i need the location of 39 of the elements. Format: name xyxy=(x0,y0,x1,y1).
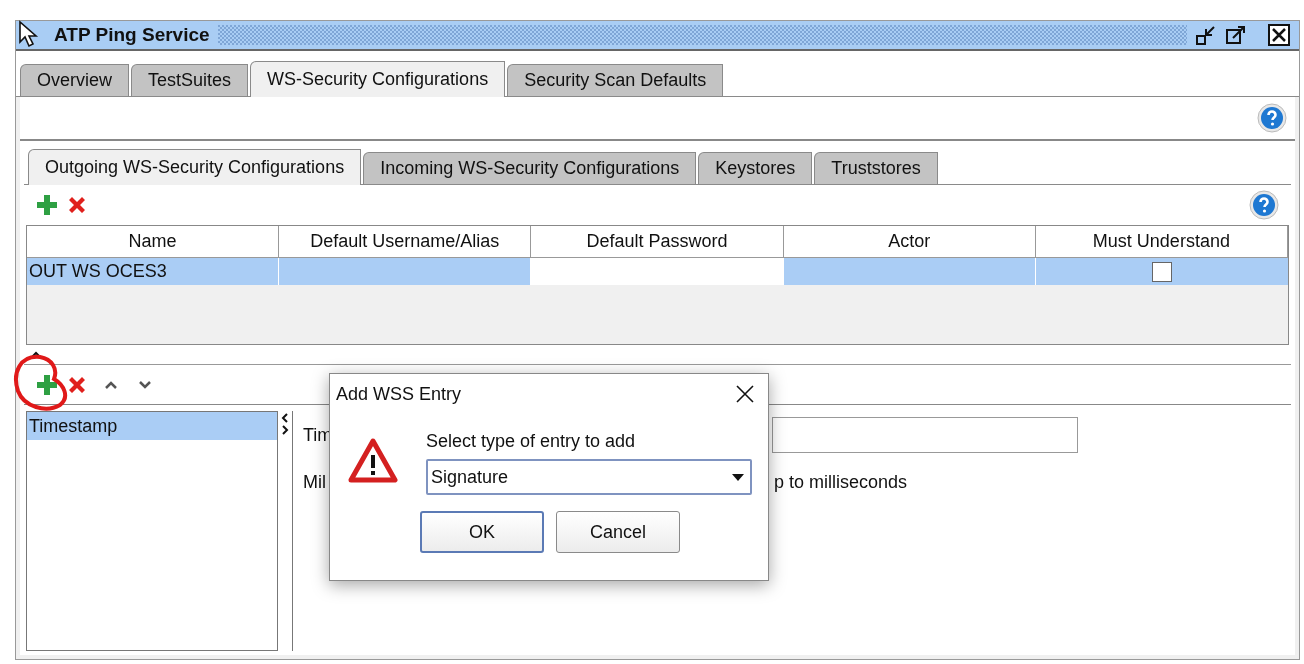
list-item[interactable]: Timestamp xyxy=(27,412,277,440)
tab[interactable]: Overview xyxy=(20,64,129,96)
move-down-icon[interactable] xyxy=(138,379,152,390)
dialog-button[interactable]: OK xyxy=(420,511,544,553)
type-dropdown[interactable]: Signature xyxy=(426,459,752,495)
close-icon[interactable] xyxy=(736,385,754,403)
prompt-text: Select type of entry to add xyxy=(426,430,637,453)
checkbox[interactable] xyxy=(1151,261,1172,282)
tab[interactable]: Outgoing WS-Security Configurations xyxy=(28,149,362,185)
help-icon[interactable] xyxy=(1249,190,1279,220)
tab[interactable]: Incoming WS-Security Configurations xyxy=(363,152,697,184)
close-icon[interactable] xyxy=(1267,23,1291,47)
warning-icon xyxy=(348,438,398,484)
minimize-icon[interactable] xyxy=(1195,24,1217,46)
column-header[interactable]: Actor xyxy=(783,226,1036,257)
tab[interactable]: Keystores xyxy=(698,152,813,184)
tab[interactable]: TestSuites xyxy=(131,64,249,96)
maximize-icon[interactable] xyxy=(1225,24,1247,46)
dropdown-arrow-icon xyxy=(732,473,744,481)
column-header[interactable]: Must Understand xyxy=(1035,226,1288,257)
field-label: Mil xyxy=(303,471,326,494)
window-title: ATP Ping Service xyxy=(54,22,210,47)
text-field[interactable] xyxy=(772,417,1079,453)
description-text: p to milliseconds xyxy=(774,471,908,494)
add-icon[interactable] xyxy=(36,373,58,396)
expand-right-icon[interactable] xyxy=(281,425,289,435)
move-up-icon[interactable] xyxy=(104,379,118,390)
column-header[interactable]: Name xyxy=(27,226,280,257)
column-header[interactable]: Default Username/Alias xyxy=(279,226,532,257)
collapse-left-icon[interactable] xyxy=(281,413,289,423)
tab[interactable]: WS-Security Configurations xyxy=(250,61,506,97)
tab[interactable]: Security Scan Defaults xyxy=(507,64,724,96)
help-icon[interactable] xyxy=(1257,103,1287,133)
dialog-button[interactable]: Cancel xyxy=(556,511,680,553)
dialog-title: Add WSS Entry xyxy=(336,382,462,406)
column-header[interactable]: Default Password xyxy=(531,226,784,257)
add-icon[interactable] xyxy=(36,194,58,216)
tab[interactable]: Truststores xyxy=(814,152,938,184)
table-cell: OUT WS OCES3 xyxy=(27,258,280,285)
